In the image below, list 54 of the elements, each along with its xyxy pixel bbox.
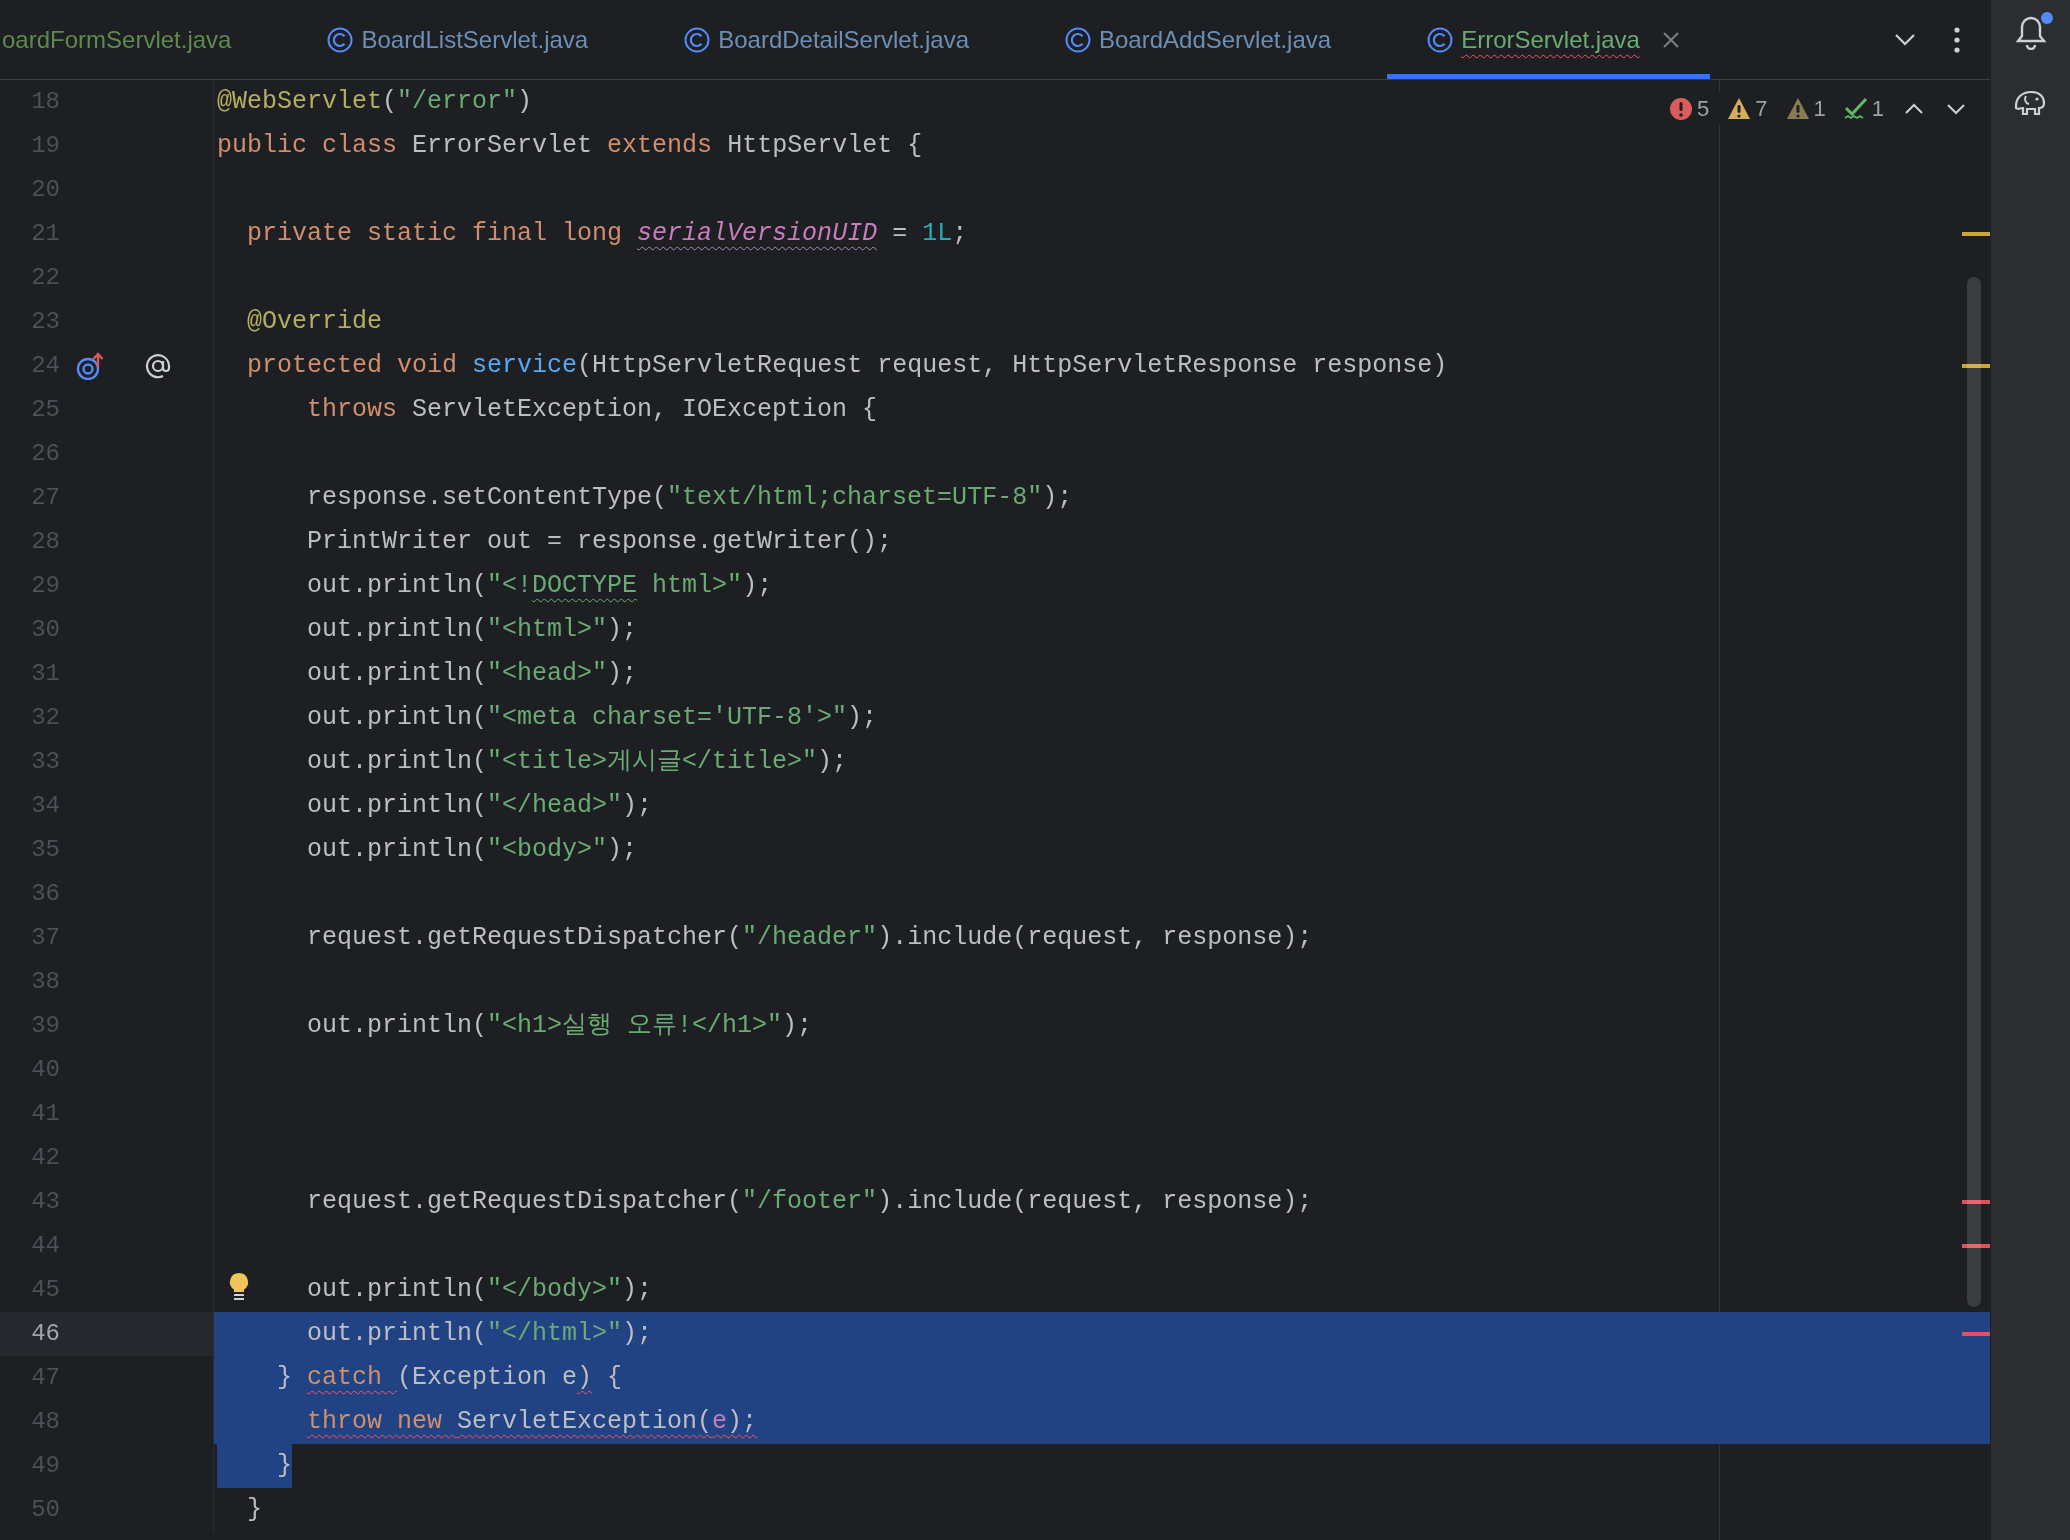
code-line: request.getRequestDispatcher("/header").include(request, response); — [307, 922, 1313, 954]
inspection-counter[interactable]: 1 — [1839, 92, 1888, 125]
warning-icon — [1727, 96, 1752, 121]
code-line: out.println("<meta charset='UTF-8'>"); — [307, 702, 878, 734]
code-line: private static final long serialVersionUID = 1L; — [247, 218, 968, 250]
scrollbar-thumb[interactable] — [1967, 277, 1981, 1307]
code-line: } — [247, 1494, 263, 1526]
editor-tab[interactable]: BoardListServlet.java — [287, 0, 645, 79]
chevron-up-icon — [1904, 101, 1924, 116]
class-icon — [327, 26, 354, 53]
code-line: out.println("<head>"); — [307, 658, 638, 690]
class-icon — [1427, 26, 1454, 53]
editor-tab[interactable]: BoardAddServlet.java — [1025, 0, 1388, 79]
kebab-icon — [1954, 26, 1960, 53]
check-icon — [1843, 96, 1868, 121]
class-icon — [1065, 26, 1091, 53]
code-line: @Override — [247, 306, 383, 338]
code-line: out.println("</body>"); — [307, 1274, 653, 1306]
code-line: throw new ServletException(e); — [307, 1406, 758, 1438]
code-line: @WebServlet("/error") — [217, 86, 533, 118]
error-icon — [1669, 96, 1693, 121]
problem-marker[interactable] — [1962, 1332, 1990, 1336]
editor-tab[interactable]: ErrorServlet.java — [1387, 0, 1710, 79]
code-line: out.println("</head>"); — [307, 790, 653, 822]
code-line: out.println("<title>게시글</title>"); — [307, 746, 848, 778]
editor-tab[interactable]: oardFormServlet.java — [2, 0, 288, 79]
lightbulb-icon[interactable] — [228, 1272, 250, 1302]
inspection-counter[interactable]: 1 — [1781, 92, 1830, 125]
close-icon[interactable] — [1661, 30, 1680, 49]
code-line: out.println("<html>"); — [307, 614, 638, 646]
code-line: PrintWriter out = response.getWriter(); — [307, 526, 893, 558]
code-line: out.println("<!DOCTYPE html>"); — [307, 570, 773, 602]
editor-tab[interactable]: BoardDetailServlet.java — [644, 0, 1025, 79]
code-line: response.setContentType("text/html;charset=UTF-8"); — [307, 482, 1073, 514]
code-line: out.println("<body>"); — [307, 834, 638, 866]
class-icon — [684, 26, 711, 53]
warning-icon — [1785, 96, 1810, 121]
problem-marker[interactable] — [1962, 232, 1990, 236]
problem-marker[interactable] — [1962, 1244, 1990, 1248]
code-line: request.getRequestDispatcher("/footer").include(request, response); — [307, 1186, 1313, 1218]
problem-marker[interactable] — [1962, 1200, 1990, 1204]
chevron-down-icon — [1946, 101, 1966, 116]
code-line: protected void service(HttpServletRequest request, HttpServletResponse response) — [247, 350, 1448, 382]
code-line: throws ServletException, IOException { — [307, 394, 878, 426]
problem-marker[interactable] — [1962, 364, 1990, 368]
at-sign-icon[interactable] — [144, 352, 172, 380]
chevron-down-icon — [1894, 32, 1916, 47]
code-line: public class ErrorServlet extends HttpServlet { — [217, 130, 923, 162]
code-line: out.println("</html>"); — [307, 1318, 653, 1350]
inspection-counter[interactable]: 5 — [1665, 92, 1714, 125]
override-icon[interactable] — [76, 352, 104, 380]
code-line: } catch (Exception e) { — [277, 1362, 623, 1394]
inspection-counter[interactable]: 7 — [1723, 92, 1772, 125]
code-line: out.println("<h1>실행 오류!</h1>"); — [307, 1010, 813, 1042]
